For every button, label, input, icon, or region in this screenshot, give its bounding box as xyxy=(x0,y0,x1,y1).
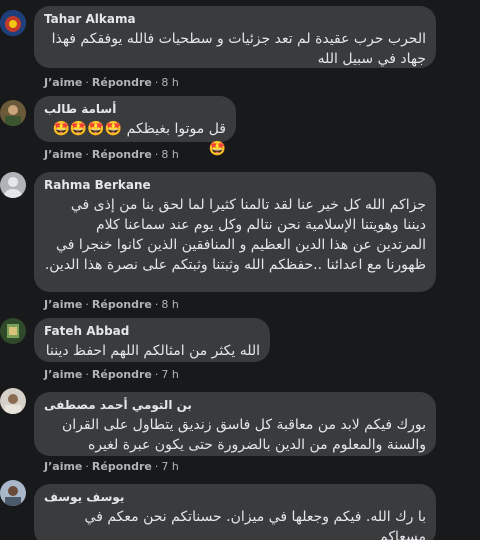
like-button[interactable]: J’aime xyxy=(44,368,82,381)
comment-author[interactable]: Tahar Alkama xyxy=(44,11,426,27)
separator: · xyxy=(154,460,159,473)
avatar[interactable] xyxy=(0,100,26,126)
separator: · xyxy=(154,76,159,89)
reply-button[interactable]: Répondre xyxy=(92,148,152,161)
comment-time[interactable]: 8 h xyxy=(161,76,178,89)
comment-author[interactable]: يوسف يوسف xyxy=(44,489,426,505)
avatar-image xyxy=(0,10,26,36)
comment-author[interactable]: بن التومي أحمد مصطفى xyxy=(44,397,426,413)
separator: · xyxy=(154,298,159,311)
comment-author[interactable]: Rahma Berkane xyxy=(44,177,426,193)
comment-bubble: Rahma Berkane جزاكم الله كل خير عنا لقد … xyxy=(34,172,436,292)
separator: · xyxy=(85,76,89,89)
comment-text: جزاكم الله كل خير عنا لقد تالمنا كثيرا ل… xyxy=(44,197,426,273)
avatar[interactable] xyxy=(0,318,26,344)
comment-bubble: بن التومي أحمد مصطفى بورك فيكم لابد من م… xyxy=(34,392,436,456)
comment-text: الحرب حرب عقيدة لم تعد جزئيات و سطحيات ف… xyxy=(51,31,426,67)
avatar[interactable] xyxy=(0,10,26,36)
comment-text: الله يكثر من امثالكم اللهم احفظ ديننا xyxy=(45,343,260,359)
separator: · xyxy=(85,460,89,473)
avatar[interactable] xyxy=(0,172,26,198)
separator: · xyxy=(154,368,159,381)
separator: · xyxy=(154,148,159,161)
comment-text: بورك فيكم لابد من معاقبة كل فاسق زنديق ي… xyxy=(61,417,426,453)
reply-button[interactable]: Répondre xyxy=(92,368,152,381)
reply-button[interactable]: Répondre xyxy=(92,76,152,89)
comment-actions: J’aime · Répondre · 8 h xyxy=(44,148,179,162)
comment-author[interactable]: أسامة طالب xyxy=(44,101,226,117)
separator: · xyxy=(85,298,89,311)
avatar[interactable] xyxy=(0,480,26,506)
reply-button[interactable]: Répondre xyxy=(92,460,152,473)
comment-author[interactable]: Fateh Abbad xyxy=(44,323,260,339)
comment-bubble: Tahar Alkama الحرب حرب عقيدة لم تعد جزئي… xyxy=(34,6,436,68)
like-button[interactable]: J’aime xyxy=(44,148,82,161)
separator: · xyxy=(85,148,89,161)
like-button[interactable]: J’aime xyxy=(44,76,82,89)
default-avatar-icon xyxy=(0,172,26,198)
reply-button[interactable]: Répondre xyxy=(92,298,152,311)
avatar[interactable] xyxy=(0,388,26,414)
comment-time[interactable]: 8 h xyxy=(161,148,178,161)
avatar-image xyxy=(0,100,26,126)
like-button[interactable]: J’aime xyxy=(44,460,82,473)
avatar-image xyxy=(0,480,26,506)
comment-bubble: Fateh Abbad الله يكثر من امثالكم اللهم ا… xyxy=(34,318,270,362)
avatar-image xyxy=(0,388,26,414)
separator: · xyxy=(85,368,89,381)
like-button[interactable]: J’aime xyxy=(44,298,82,311)
comment-actions: J’aime · Répondre · 8 h xyxy=(44,76,179,90)
comment-bubble: يوسف يوسف با رك الله. فيكم وجعلها في ميز… xyxy=(34,484,436,540)
comment-bubble: أسامة طالب قل موتوا بغيظكم 🤩🤩🤩🤩🤩 xyxy=(34,96,236,157)
comment-text: با رك الله. فيكم وجعلها في ميزان. حسناتك… xyxy=(84,509,426,540)
comment-actions: J’aime · Répondre · 7 h xyxy=(44,368,179,382)
comment-actions: J’aime · Répondre · 7 h xyxy=(44,460,179,474)
comment-time[interactable]: 7 h xyxy=(161,460,178,473)
comment-actions: J’aime · Répondre · 8 h xyxy=(44,298,179,312)
comment-time[interactable]: 7 h xyxy=(161,368,178,381)
comment-time[interactable]: 8 h xyxy=(161,298,178,311)
avatar-image xyxy=(0,318,26,344)
